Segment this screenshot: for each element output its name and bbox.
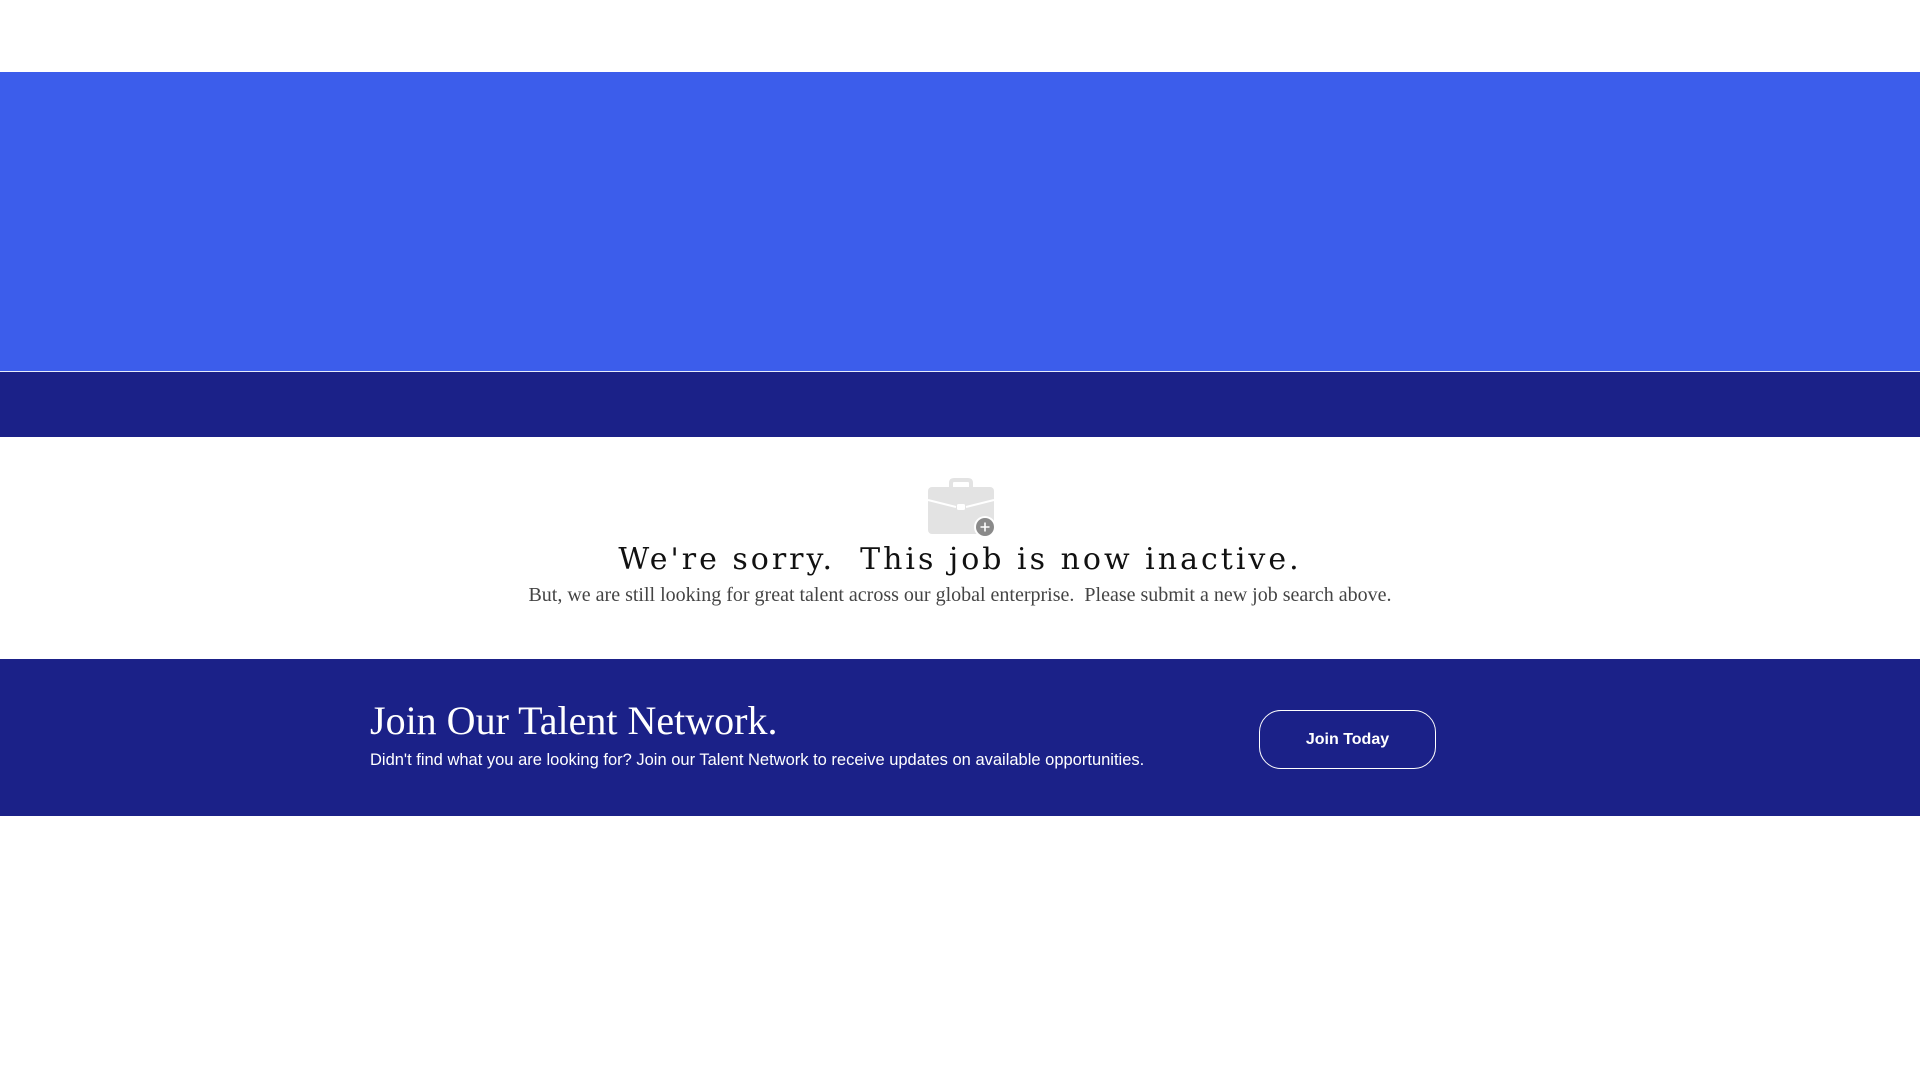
briefcase-add-icon — [927, 478, 996, 538]
page-bottom — [0, 816, 1920, 1080]
talent-network-section: Join Our Talent Network. Didn't find wha… — [0, 659, 1920, 816]
top-bar — [0, 0, 1920, 72]
talent-network-title: Join Our Talent Network. — [370, 698, 778, 743]
page: We're sorry. This job is now inactive. B… — [0, 0, 1920, 1080]
search-band — [0, 372, 1920, 437]
inactive-job-subtitle: But, we are still looking for great tale… — [528, 584, 1392, 606]
hero-banner — [0, 72, 1920, 371]
inactive-job-message: We're sorry. This job is now inactive. B… — [0, 437, 1920, 659]
inactive-job-title: We're sorry. This job is now inactive. — [618, 542, 1302, 577]
talent-network-description: Didn't find what you are looking for? Jo… — [370, 751, 1145, 769]
join-today-button[interactable]: Join Today — [1259, 710, 1436, 769]
